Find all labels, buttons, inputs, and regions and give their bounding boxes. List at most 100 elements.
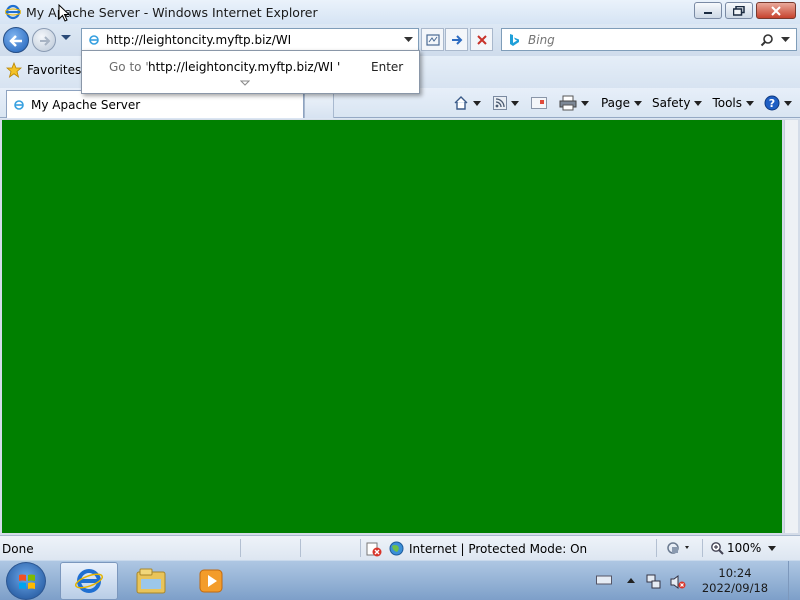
- expand-down-icon[interactable]: [240, 80, 250, 86]
- search-dropdown-icon[interactable]: [781, 37, 790, 43]
- print-button[interactable]: [559, 95, 589, 111]
- show-hidden-icons-icon[interactable]: [627, 578, 635, 584]
- page-menu[interactable]: Page: [600, 96, 643, 110]
- autocomplete-url: http://leightoncity.myftp.biz/WI ': [148, 60, 341, 74]
- command-bar: Page Safety Tools ?: [447, 92, 792, 114]
- page-icon: [14, 99, 24, 110]
- new-tab-button[interactable]: [304, 92, 334, 118]
- compatibility-icon: [425, 33, 440, 46]
- status-divider: [240, 539, 241, 557]
- mail-button[interactable]: [530, 97, 547, 109]
- tools-menu-label: Tools: [712, 96, 742, 110]
- close-icon: [771, 5, 781, 16]
- clock-date: 2022/09/18: [701, 581, 769, 595]
- status-divider: [656, 539, 657, 557]
- back-button[interactable]: [3, 27, 29, 53]
- favorites-label: Favorites: [27, 63, 82, 77]
- address-input[interactable]: [106, 32, 406, 47]
- taskbar: 10:24 2022/09/18: [0, 560, 800, 600]
- printer-icon: [559, 95, 577, 111]
- show-desktop-button[interactable]: [788, 561, 800, 600]
- status-text: Done: [2, 542, 34, 556]
- search-box[interactable]: [501, 28, 797, 51]
- favorites-button[interactable]: Favorites: [6, 62, 81, 78]
- address-bar[interactable]: [81, 28, 419, 51]
- internet-zone-icon: [389, 541, 404, 556]
- tools-menu[interactable]: Tools: [712, 96, 754, 110]
- help-button[interactable]: ?: [764, 95, 792, 111]
- page-icon: [89, 34, 99, 45]
- close-button[interactable]: [756, 2, 796, 19]
- help-icon: ?: [764, 95, 780, 111]
- blocked-content-icon[interactable]: [366, 541, 382, 557]
- folder-icon: [136, 568, 166, 594]
- magnifier-icon[interactable]: [760, 33, 774, 47]
- vertical-scrollbar[interactable]: [784, 120, 798, 533]
- network-icon[interactable]: [646, 574, 662, 590]
- compatibility-button[interactable]: [421, 28, 444, 51]
- clock[interactable]: 10:24 2022/09/18: [690, 566, 780, 596]
- stop-icon: [476, 34, 487, 45]
- address-dropdown-icon[interactable]: [404, 37, 413, 43]
- keyboard-icon[interactable]: [596, 574, 612, 586]
- autocomplete-enter-label: Enter: [371, 60, 404, 74]
- status-divider: [300, 539, 301, 557]
- autocomplete-goto-label: Go to ': [109, 60, 149, 74]
- zoom-dropdown-icon[interactable]: [768, 546, 776, 551]
- zoom-level-button[interactable]: 100%: [710, 541, 761, 555]
- tab-title: My Apache Server: [31, 97, 141, 112]
- status-divider: [360, 539, 361, 557]
- feeds-button[interactable]: [492, 96, 519, 110]
- forward-button[interactable]: [32, 28, 56, 52]
- windows-logo-icon: [19, 574, 35, 589]
- minimize-icon: [704, 11, 712, 14]
- back-arrow-icon: [9, 35, 22, 47]
- chevron-down-icon: [694, 100, 703, 106]
- volume-muted-icon[interactable]: [670, 574, 686, 590]
- go-button[interactable]: [445, 28, 468, 51]
- bing-icon: [510, 33, 519, 46]
- chevron-down-icon: [634, 100, 643, 106]
- page-menu-label: Page: [600, 96, 631, 110]
- svg-text:?: ?: [769, 97, 775, 110]
- chevron-down-icon[interactable]: [580, 100, 589, 106]
- autocomplete-item[interactable]: Go to ' http://leightoncity.myftp.biz/WI…: [82, 57, 419, 77]
- window-controls: [694, 2, 796, 19]
- web-page[interactable]: [2, 120, 782, 533]
- security-zone-text[interactable]: Internet | Protected Mode: On: [409, 542, 587, 556]
- lock-refresh-icon: [667, 542, 689, 554]
- status-divider: [702, 539, 703, 557]
- safety-menu[interactable]: Safety: [652, 96, 703, 110]
- status-bar: Done Internet | Protected Mode: On 100%: [0, 535, 800, 560]
- mail-icon: [530, 97, 547, 109]
- rss-icon: [492, 96, 507, 110]
- stop-button[interactable]: [470, 28, 493, 51]
- go-arrow-icon: [451, 34, 462, 45]
- home-button[interactable]: [453, 95, 481, 111]
- protected-mode-button[interactable]: [664, 540, 692, 559]
- star-icon: [6, 62, 22, 78]
- ie-icon: [74, 569, 104, 593]
- media-player-icon: [199, 569, 223, 593]
- restore-button[interactable]: [725, 2, 753, 19]
- chevron-down-icon: [746, 100, 754, 106]
- restore-icon: [733, 5, 745, 16]
- content-area: [0, 119, 800, 535]
- recent-pages-dropdown[interactable]: [60, 34, 72, 42]
- search-input[interactable]: [528, 32, 758, 47]
- taskbar-media-player[interactable]: [182, 562, 240, 600]
- chevron-down-icon[interactable]: [472, 100, 481, 106]
- system-tray: 10:24 2022/09/18: [590, 561, 800, 600]
- clock-time: 10:24: [718, 566, 752, 580]
- minimize-button[interactable]: [694, 2, 722, 19]
- taskbar-internet-explorer[interactable]: [60, 562, 118, 600]
- zoom-level: 100%: [727, 541, 762, 555]
- tab-my-apache-server[interactable]: My Apache Server: [6, 90, 304, 118]
- chevron-down-icon: [784, 100, 792, 106]
- start-button[interactable]: [6, 562, 46, 600]
- taskbar-windows-explorer[interactable]: [122, 562, 180, 600]
- home-icon: [454, 96, 468, 110]
- chevron-down-icon[interactable]: [510, 100, 519, 106]
- mouse-cursor-icon: [58, 4, 70, 22]
- safety-menu-label: Safety: [652, 96, 691, 110]
